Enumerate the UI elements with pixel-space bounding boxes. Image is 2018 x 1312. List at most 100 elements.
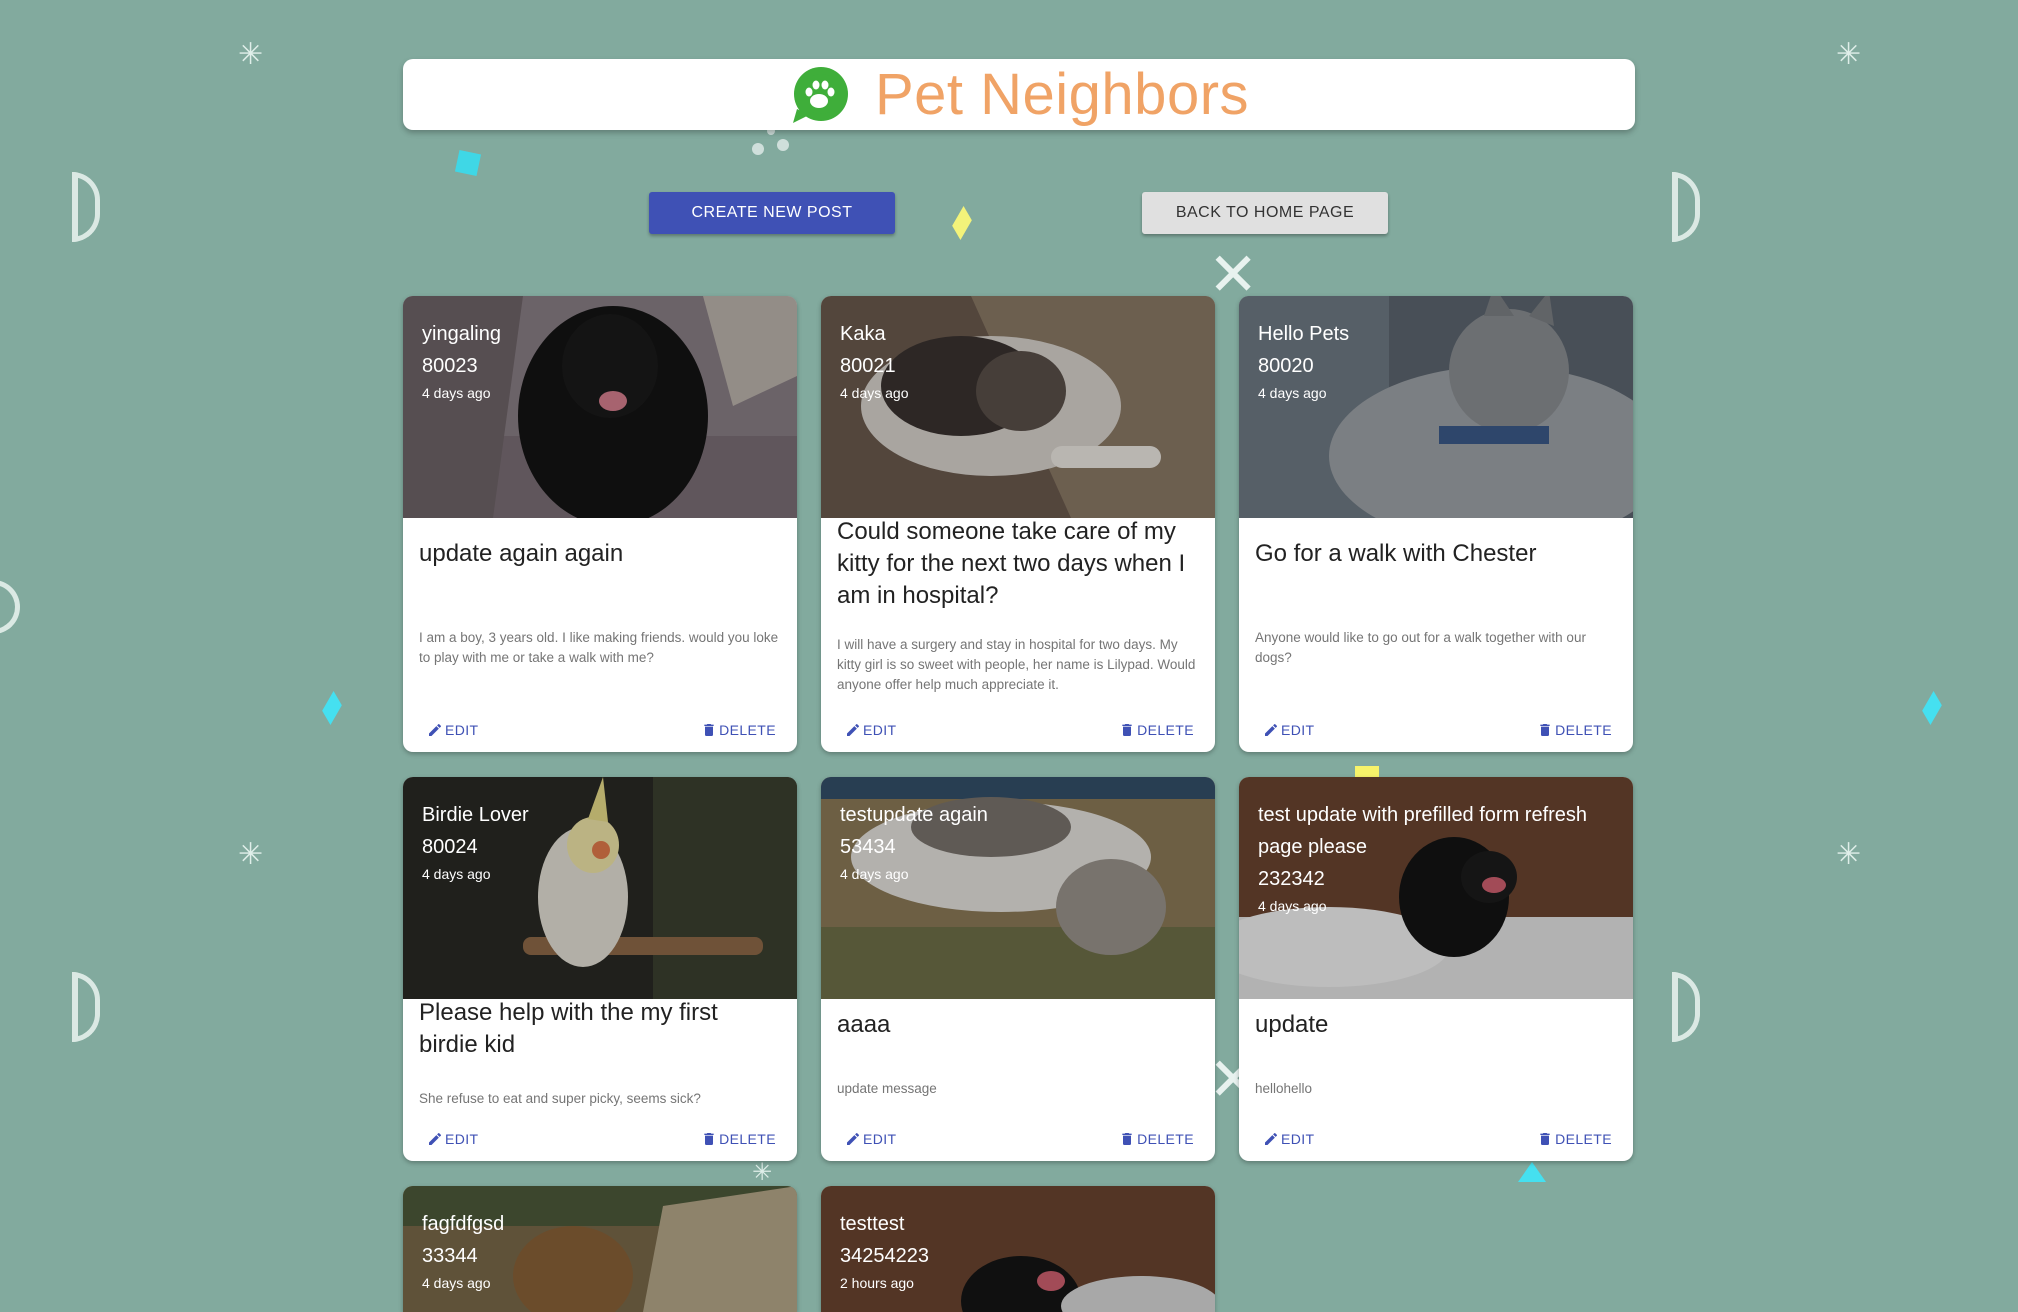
diamond-decoration [1922, 690, 1942, 726]
post-overlay: Hello Pets 80020 4 days ago [1258, 318, 1619, 404]
delete-button[interactable]: DELETE [701, 1131, 776, 1147]
arc-decoration [72, 172, 100, 242]
post-author: testupdate again [840, 804, 988, 826]
pencil-icon [1265, 723, 1277, 736]
post-time: 4 days ago [422, 866, 491, 882]
pencil-icon [1265, 1132, 1277, 1145]
post-time: 2 hours ago [840, 1275, 914, 1291]
post-time: 4 days ago [840, 866, 909, 882]
post-card: test update with prefilled form refresh … [1239, 777, 1633, 1161]
delete-button[interactable]: DELETE [701, 722, 776, 738]
post-image: Kaka 80021 4 days ago [821, 296, 1215, 518]
edit-label: EDIT [1281, 1131, 1315, 1147]
post-author: Birdie Lover [422, 804, 529, 826]
post-body: Anyone would like to go out for a walk t… [1255, 630, 1586, 665]
post-author: testtest [840, 1213, 905, 1235]
trash-icon [1122, 1133, 1132, 1145]
trash-icon [1122, 724, 1132, 736]
post-card: testtest 34254223 2 hours ago [821, 1186, 1215, 1312]
sparkle-decoration: ✳ [752, 1158, 773, 1186]
trash-icon [1540, 724, 1550, 736]
delete-button[interactable]: DELETE [1119, 722, 1194, 738]
edit-button[interactable]: EDIT [427, 722, 479, 738]
post-title: update again again [419, 540, 624, 567]
post-overlay: yingaling 80023 4 days ago [422, 318, 783, 404]
pencil-icon [429, 1132, 441, 1145]
trash-icon [704, 724, 714, 736]
app-header: Pet Neighbors [403, 59, 1635, 130]
post-zip: 80021 [840, 355, 896, 377]
delete-label: DELETE [719, 1131, 776, 1147]
trash-icon [704, 1133, 714, 1145]
delete-button[interactable]: DELETE [1537, 722, 1612, 738]
post-time: 4 days ago [1258, 898, 1327, 914]
post-zip: 53434 [840, 836, 896, 858]
arc-decoration [1672, 972, 1700, 1042]
pencil-icon [847, 1132, 859, 1145]
post-title: update [1255, 1011, 1329, 1038]
delete-label: DELETE [1137, 722, 1194, 738]
edit-button[interactable]: EDIT [845, 1131, 897, 1147]
post-title: Could someone take care of my kitty for … [837, 518, 1186, 609]
post-overlay: Birdie Lover 80024 4 days ago [422, 799, 783, 885]
sparkle-decoration: ✳ [1836, 837, 1862, 872]
post-body: She refuse to eat and super picky, seems… [419, 1091, 701, 1106]
post-card: testupdate again 53434 4 days ago aaaa u… [821, 777, 1215, 1161]
arc-decoration [0, 580, 20, 634]
post-time: 4 days ago [422, 385, 491, 401]
post-overlay: fagfdfgsd 33344 4 days ago [422, 1208, 783, 1294]
post-image: Birdie Lover 80024 4 days ago [403, 777, 797, 999]
post-zip: 80020 [1258, 355, 1314, 377]
post-time: 4 days ago [840, 385, 909, 401]
triangle-decoration [1518, 1162, 1546, 1182]
app-title: Pet Neighbors [874, 62, 1250, 127]
post-author: fagfdfgsd [422, 1213, 505, 1235]
post-time: 4 days ago [422, 1275, 491, 1291]
post-body: I will have a surgery and stay in hospit… [837, 637, 1196, 692]
post-zip: 33344 [422, 1245, 478, 1267]
delete-label: DELETE [719, 722, 776, 738]
post-author: yingaling [422, 323, 501, 345]
dot-decoration [777, 139, 789, 151]
sparkle-decoration: ✳ [238, 837, 264, 872]
delete-label: DELETE [1137, 1131, 1194, 1147]
edit-button[interactable]: EDIT [1263, 1131, 1315, 1147]
post-zip: 232342 [1258, 868, 1325, 890]
post-author: test update with prefilled form refresh … [1258, 804, 1588, 858]
post-card: Hello Pets 80020 4 days ago Go for a wal… [1239, 296, 1633, 752]
arc-decoration [1672, 172, 1700, 242]
back-to-home-button[interactable]: BACK TO HOME PAGE [1142, 192, 1388, 234]
create-new-post-button[interactable]: CREATE NEW POST [649, 192, 895, 234]
edit-label: EDIT [863, 722, 897, 738]
post-overlay: testtest 34254223 2 hours ago [840, 1208, 1201, 1294]
post-image: fagfdfgsd 33344 4 days ago [403, 1186, 797, 1312]
pencil-icon [429, 723, 441, 736]
post-zip: 80023 [422, 355, 478, 377]
post-overlay: Kaka 80021 4 days ago [840, 318, 1201, 404]
delete-button[interactable]: DELETE [1119, 1131, 1194, 1147]
post-author: Kaka [840, 323, 886, 345]
post-body: update message [837, 1081, 937, 1096]
edit-button[interactable]: EDIT [427, 1131, 479, 1147]
post-title: Please help with the my first birdie kid [419, 999, 718, 1058]
sparkle-decoration: ✳ [238, 37, 264, 72]
post-title: aaaa [837, 1011, 891, 1038]
delete-button[interactable]: DELETE [1537, 1131, 1612, 1147]
diamond-decoration [952, 205, 972, 241]
pencil-icon [847, 723, 859, 736]
post-card: fagfdfgsd 33344 4 days ago [403, 1186, 797, 1312]
post-zip: 34254223 [840, 1245, 929, 1267]
post-time: 4 days ago [1258, 385, 1327, 401]
edit-button[interactable]: EDIT [845, 722, 897, 738]
post-zip: 80024 [422, 836, 478, 858]
edit-button[interactable]: EDIT [1263, 722, 1315, 738]
arc-decoration [72, 972, 100, 1042]
post-image: testtest 34254223 2 hours ago [821, 1186, 1215, 1312]
post-card: yingaling 80023 4 days ago update again … [403, 296, 797, 752]
post-card: Kaka 80021 4 days ago Could someone take… [821, 296, 1215, 752]
edit-label: EDIT [863, 1131, 897, 1147]
dot-decoration [752, 143, 764, 155]
post-image: Hello Pets 80020 4 days ago [1239, 296, 1633, 518]
post-image: test update with prefilled form refresh … [1239, 777, 1633, 999]
edit-label: EDIT [445, 722, 479, 738]
